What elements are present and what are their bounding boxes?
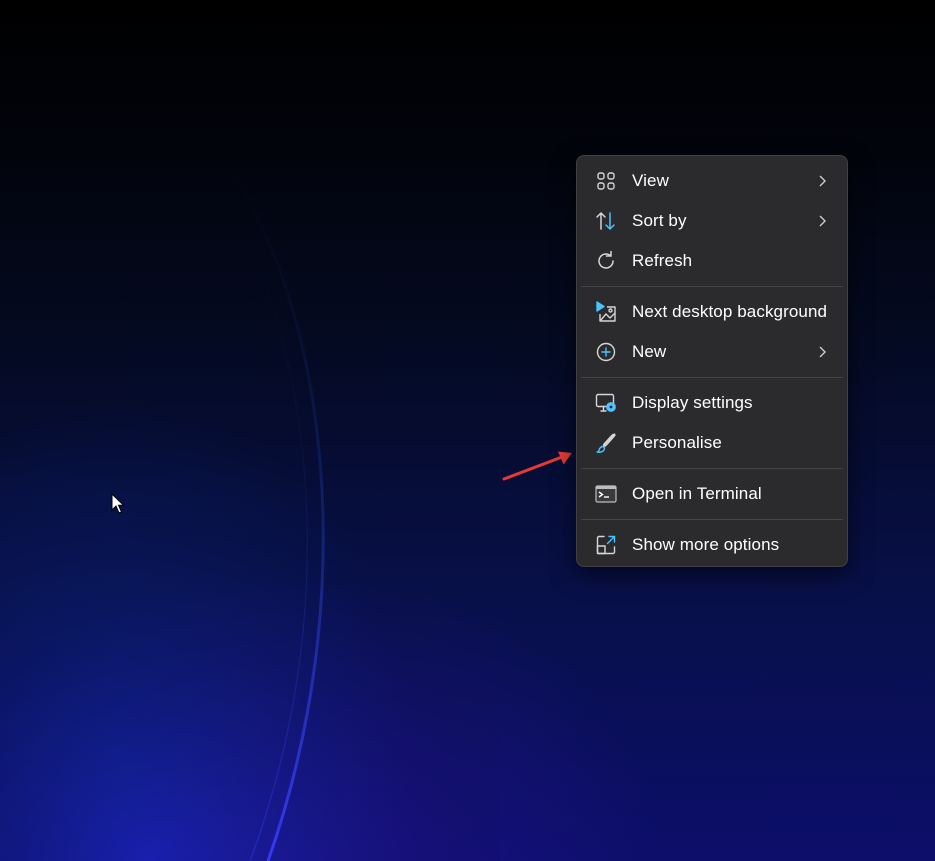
menu-item-label: Display settings	[632, 393, 753, 412]
terminal-icon	[595, 483, 617, 505]
chevron-right-icon	[819, 215, 826, 227]
menu-item-next-desktop-background[interactable]: Next desktop background	[581, 292, 843, 332]
menu-item-new[interactable]: New	[581, 332, 843, 372]
menu-separator	[581, 519, 843, 520]
menu-item-display-settings[interactable]: Display settings	[581, 383, 843, 423]
chevron-right-icon	[819, 175, 826, 187]
menu-separator	[581, 468, 843, 469]
new-plus-icon	[595, 341, 617, 363]
menu-separator	[581, 377, 843, 378]
mouse-pointer-icon	[111, 493, 125, 514]
next-background-icon	[595, 301, 617, 323]
menu-item-label: Sort by	[632, 211, 687, 230]
display-settings-icon	[595, 392, 617, 414]
menu-item-label: Open in Terminal	[632, 484, 762, 503]
view-grid-icon	[595, 170, 617, 192]
menu-item-view[interactable]: View	[581, 161, 843, 201]
show-more-options-icon	[595, 534, 617, 556]
brush-icon	[595, 432, 617, 454]
menu-item-show-more-options[interactable]: Show more options	[581, 525, 843, 565]
menu-separator	[581, 286, 843, 287]
menu-item-label: Next desktop background	[632, 302, 828, 321]
menu-item-open-in-terminal[interactable]: Open in Terminal	[581, 474, 843, 514]
menu-item-sort-by[interactable]: Sort by	[581, 201, 843, 241]
menu-item-refresh[interactable]: Refresh	[581, 241, 843, 281]
desktop-context-menu: View Sort by Refresh Next desktop backgr…	[576, 155, 848, 567]
chevron-right-icon	[819, 346, 826, 358]
annotation-arrow-icon	[502, 451, 572, 481]
menu-item-label: New	[632, 342, 667, 361]
sort-icon	[595, 210, 617, 232]
menu-item-personalise[interactable]: Personalise	[581, 423, 843, 463]
menu-item-label: Personalise	[632, 433, 722, 452]
desktop-background[interactable]: View Sort by Refresh Next desktop backgr…	[0, 0, 935, 861]
menu-item-label: View	[632, 171, 669, 190]
menu-item-label: Show more options	[632, 535, 780, 554]
refresh-icon	[595, 250, 617, 272]
menu-item-label: Refresh	[632, 251, 693, 270]
